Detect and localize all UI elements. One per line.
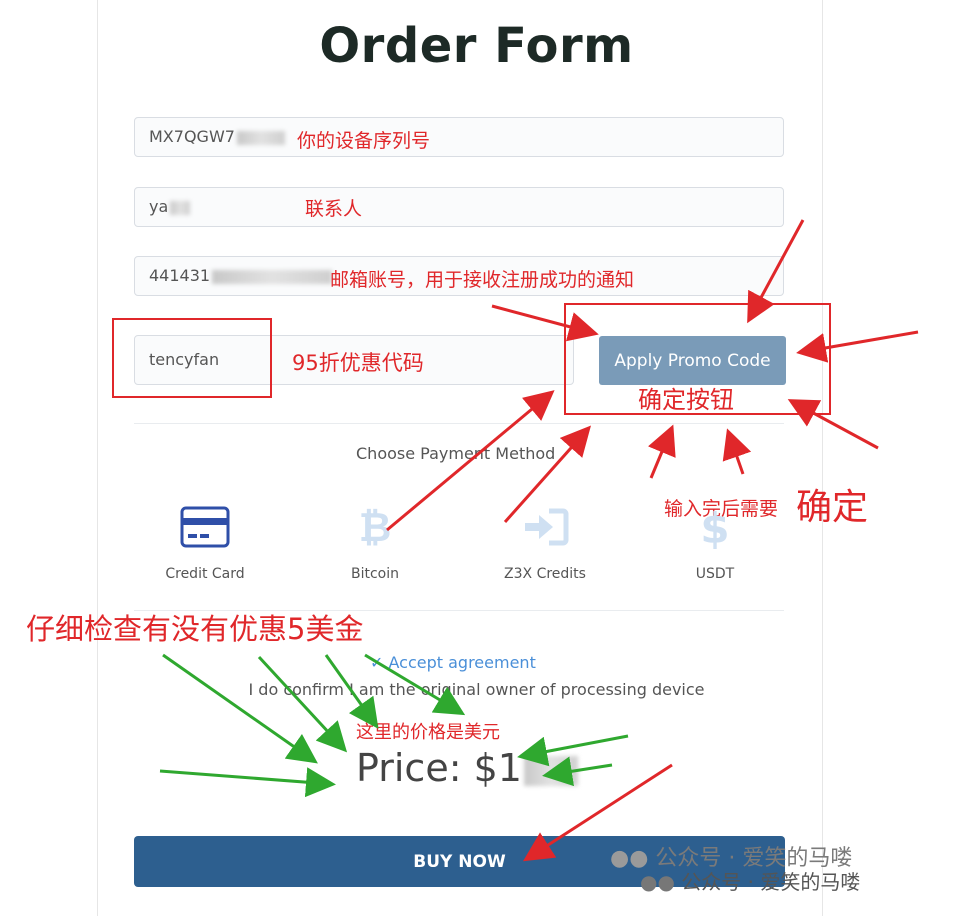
payment-label: Z3X Credits xyxy=(504,566,586,582)
email-annotation: 邮箱账号，用于接收注册成功的通知 xyxy=(330,269,635,291)
divider xyxy=(134,423,784,424)
serial-annotation: 你的设备序列号 xyxy=(297,130,431,152)
serial-value: MX7QGW7 xyxy=(149,127,235,146)
payment-bitcoin[interactable]: ₿ Bitcoin xyxy=(320,500,430,582)
payment-credit-card[interactable]: Credit Card xyxy=(150,500,260,582)
contact-annotation: 联系人 xyxy=(305,198,363,220)
bitcoin-icon: ₿ xyxy=(320,500,430,554)
watermark: ●● 公众号 · 爱笑的马喽 xyxy=(640,866,860,895)
price-display: Price: $1 xyxy=(356,746,578,790)
payment-label: USDT xyxy=(695,566,735,582)
page-title: Order Form xyxy=(319,18,634,74)
contact-input[interactable]: ya xyxy=(134,187,784,227)
confirm-statement: I do confirm I am the original owner of … xyxy=(248,680,705,699)
confirm-big-annotation: 确定 xyxy=(796,487,869,528)
redaction-blur xyxy=(212,269,333,284)
apply-annotation: 确定按钮 xyxy=(638,386,734,414)
email-value: 441431 xyxy=(149,266,211,285)
accept-agreement-checkbox[interactable]: ✓ Accept agreement xyxy=(370,653,536,672)
redaction-blur xyxy=(236,130,285,145)
price-annotation: 这里的价格是美元 xyxy=(356,722,500,743)
promo-annotation: 95折优惠代码 xyxy=(292,351,424,375)
payment-method-heading: Choose Payment Method xyxy=(356,444,556,463)
dollar-icon: $ xyxy=(660,500,770,554)
price-label: Price: $1 xyxy=(356,746,522,790)
payment-z3x-credits[interactable]: Z3X Credits xyxy=(490,500,600,582)
payment-label: Credit Card xyxy=(165,566,245,582)
payment-usdt[interactable]: $ USDT xyxy=(660,500,770,582)
watermark-text: 公众号 · 爱笑的马喽 xyxy=(681,870,861,894)
check-icon: ✓ xyxy=(370,653,384,672)
accept-label: Accept agreement xyxy=(388,653,536,672)
redaction-blur xyxy=(170,200,191,215)
redaction-blur xyxy=(523,755,578,786)
contact-value: ya xyxy=(149,197,169,216)
discount-check-annotation: 仔细检查有没有优惠5美金 xyxy=(26,612,364,646)
login-arrow-icon xyxy=(490,500,600,554)
wechat-icon: ●● xyxy=(640,870,675,894)
credit-card-icon xyxy=(150,500,260,554)
promo-highlight-box xyxy=(112,318,272,398)
svg-text:$: $ xyxy=(700,504,729,551)
svg-text:₿: ₿ xyxy=(359,505,392,551)
payment-label: Bitcoin xyxy=(350,566,399,582)
serial-input[interactable]: MX7QGW7 xyxy=(134,117,784,157)
